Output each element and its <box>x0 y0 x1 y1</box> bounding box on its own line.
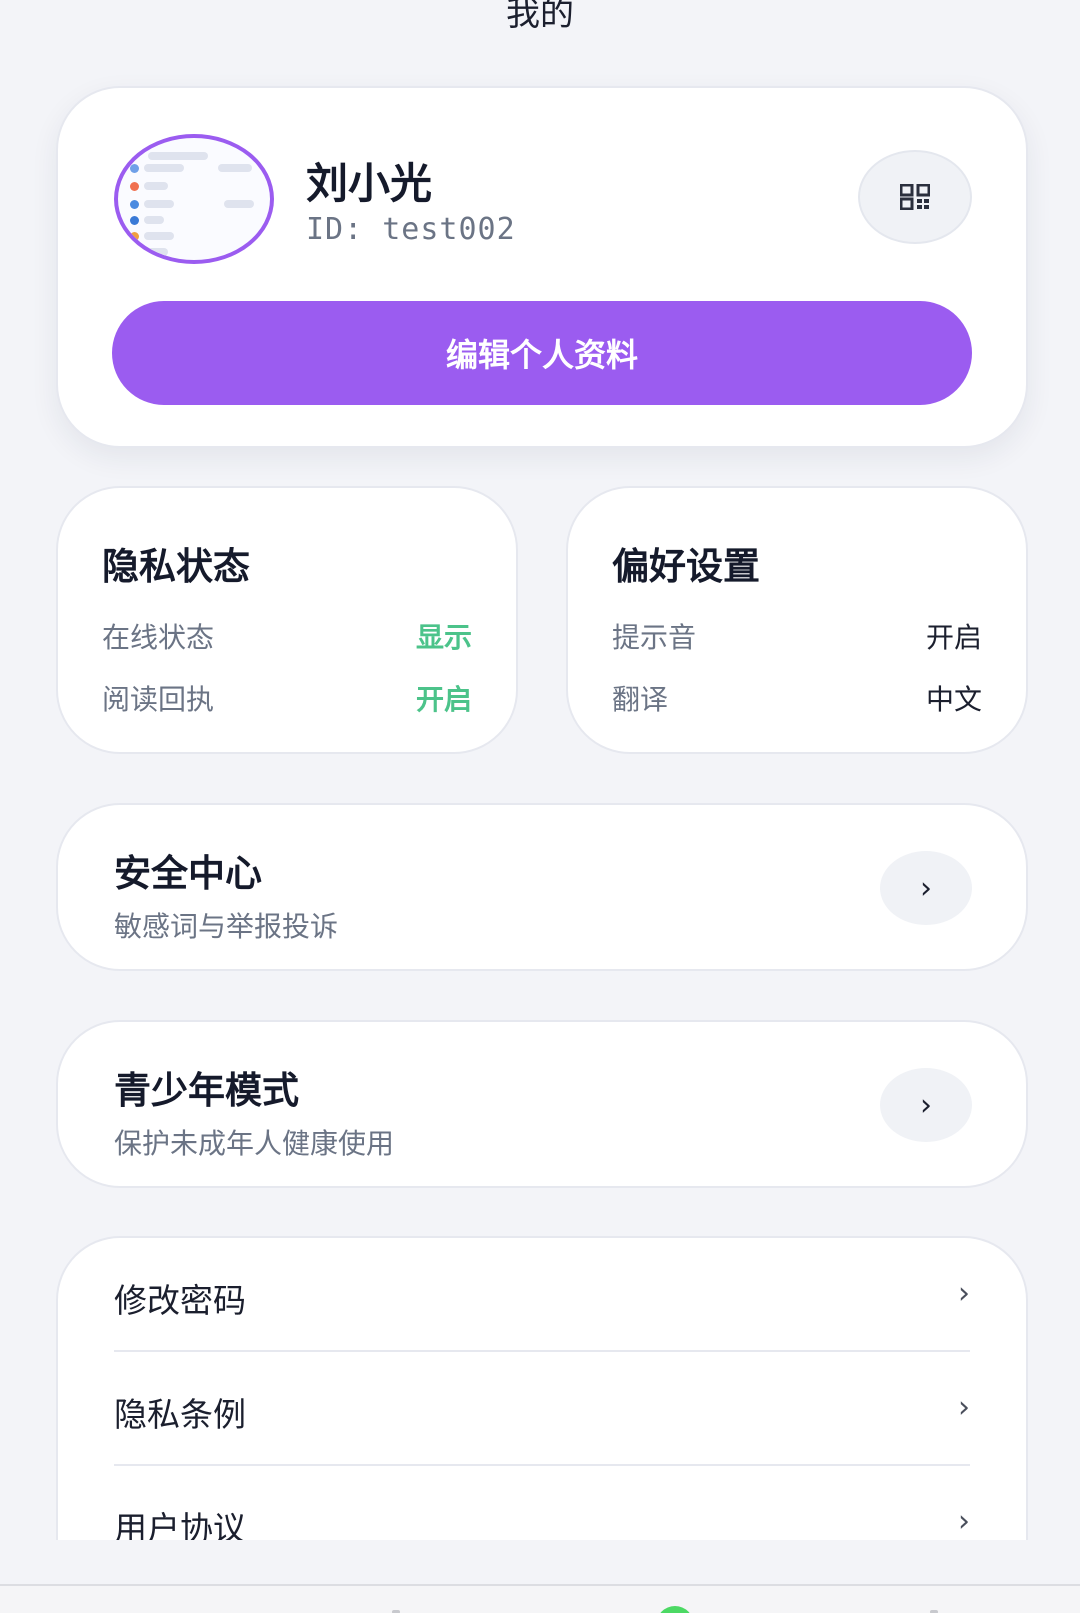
qr-code-icon <box>900 184 930 210</box>
preferences-card[interactable]: 偏好设置 提示音 开启 翻译 中文 <box>566 486 1028 754</box>
security-center-title: 安全中心 <box>114 852 262 895</box>
read-receipt-row[interactable]: 阅读回执 开启 <box>102 678 472 718</box>
chevron-right-icon: › <box>958 1390 970 1425</box>
avatar[interactable] <box>114 134 274 264</box>
notification-sound-value: 开启 <box>925 621 982 654</box>
online-status-value: 显示 <box>415 621 472 654</box>
edit-profile-button[interactable]: 编辑个人资料 <box>112 301 972 405</box>
read-receipt-label: 阅读回执 <box>102 683 215 716</box>
translation-row[interactable]: 翻译 中文 <box>612 678 982 718</box>
chevron-right-icon: › <box>920 1087 932 1123</box>
translation-value: 中文 <box>925 683 982 716</box>
teen-mode-subtitle: 保护未成年人健康使用 <box>114 1127 395 1160</box>
list-item-change-password[interactable]: 修改密码 › <box>114 1238 970 1352</box>
privacy-status-card[interactable]: 隐私状态 在线状态 显示 阅读回执 开启 <box>56 486 518 754</box>
online-status-row[interactable]: 在线状态 显示 <box>102 616 472 656</box>
list-item-label: 修改密码 <box>114 1281 246 1320</box>
read-receipt-value: 开启 <box>415 683 472 716</box>
user-id: ID: test002 <box>306 212 516 247</box>
translation-label: 翻译 <box>612 683 669 716</box>
security-center-card[interactable]: 安全中心 敏感词与举报投诉 › <box>56 803 1028 971</box>
teen-mode-card[interactable]: 青少年模式 保护未成年人健康使用 › <box>56 1020 1028 1188</box>
teen-mode-arrow-button[interactable]: › <box>880 1068 972 1142</box>
user-name: 刘小光 <box>306 159 433 208</box>
active-tab-indicator[interactable] <box>656 1606 694 1613</box>
list-item-label: 隐私条例 <box>114 1395 246 1434</box>
profile-card: 刘小光 ID: test002 编辑个人资料 <box>56 86 1028 448</box>
bottom-tab-bar <box>0 1584 1080 1613</box>
online-status-label: 在线状态 <box>102 621 215 654</box>
page-title: 我的 <box>506 0 574 34</box>
list-item-privacy-policy[interactable]: 隐私条例 › <box>114 1352 970 1466</box>
security-center-arrow-button[interactable]: › <box>880 851 972 925</box>
preferences-title: 偏好设置 <box>612 545 760 588</box>
privacy-status-title: 隐私状态 <box>102 545 250 588</box>
notification-sound-label: 提示音 <box>612 621 697 654</box>
teen-mode-title: 青少年模式 <box>114 1069 299 1112</box>
security-center-subtitle: 敏感词与举报投诉 <box>114 910 339 943</box>
chevron-right-icon: › <box>920 870 932 906</box>
qr-code-button[interactable] <box>858 150 972 244</box>
chevron-right-icon: › <box>958 1276 970 1311</box>
notification-sound-row[interactable]: 提示音 开启 <box>612 616 982 656</box>
chevron-right-icon: › <box>958 1504 970 1539</box>
